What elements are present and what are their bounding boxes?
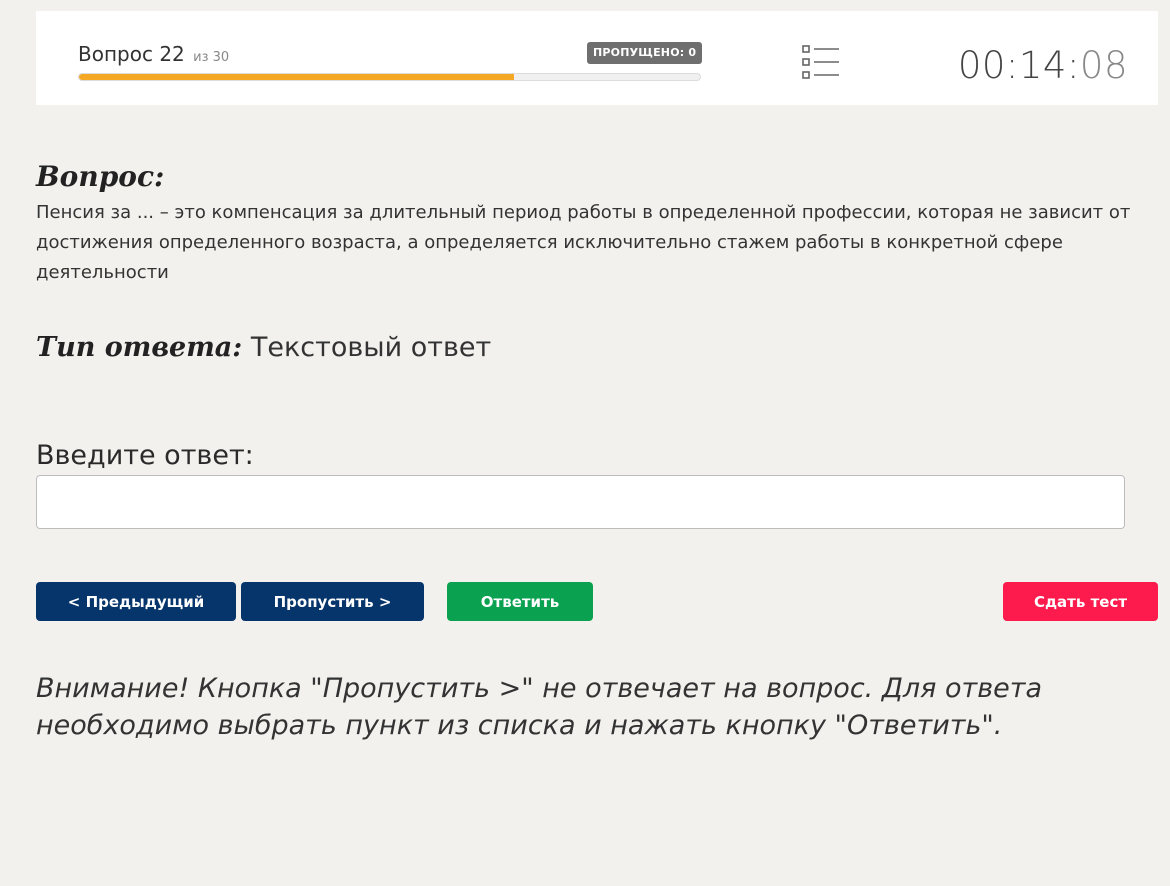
question-number: Вопрос 22: [78, 42, 185, 66]
answer-type-value: Текстовый ответ: [242, 332, 492, 363]
progress-fill: [79, 74, 514, 80]
question-counter: Вопрос 22 из 30: [78, 42, 229, 66]
warning-note: Внимание! Кнопка "Пропустить >" не отвеч…: [36, 673, 1043, 741]
list-icon[interactable]: [802, 45, 840, 79]
previous-button[interactable]: < Предыдущий: [36, 582, 236, 621]
skipped-badge: ПРОПУЩЕНО: 0: [587, 42, 703, 64]
answer-type-label: Тип ответа:: [36, 332, 243, 363]
answer-type: Тип ответа: Текстовый ответ: [36, 332, 491, 363]
progress-bar: [78, 73, 701, 81]
question-total: из 30: [193, 50, 230, 65]
question-text: Пенсия за ... – это компенсация за длите…: [36, 202, 1131, 283]
timer-seconds: 08: [1079, 44, 1128, 87]
timer-main: 00:14:: [957, 44, 1080, 87]
answer-input-label: Введите ответ:: [36, 440, 254, 471]
test-header: Вопрос 22 из 30 ПРОПУЩЕНО: 0 00:14:08: [36, 11, 1158, 105]
question-heading: Вопрос:: [36, 160, 165, 193]
answer-input[interactable]: [36, 475, 1125, 529]
answer-button[interactable]: Ответить: [447, 582, 593, 621]
countdown-timer: 00:14:08: [958, 44, 1128, 87]
submit-test-button[interactable]: Сдать тест: [1003, 582, 1158, 621]
skip-button[interactable]: Пропустить >: [241, 582, 424, 621]
